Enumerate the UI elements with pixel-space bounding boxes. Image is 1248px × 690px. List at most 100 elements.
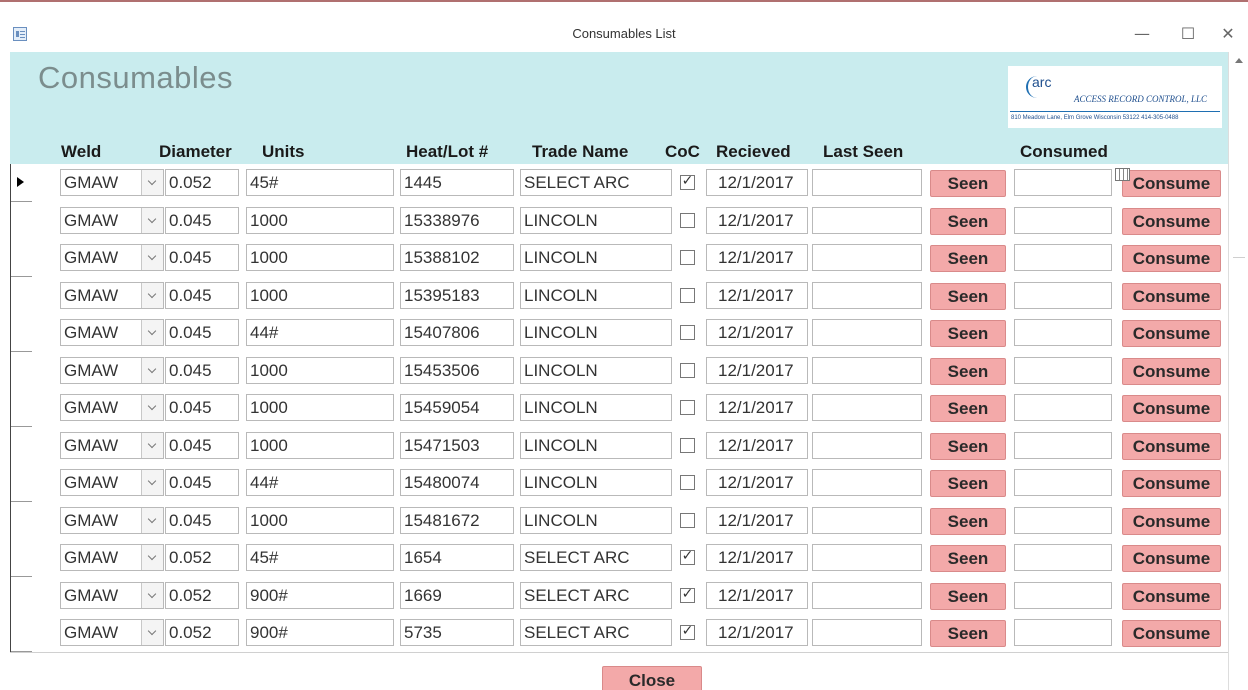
record-selector[interactable] xyxy=(11,577,33,615)
trade-name-field[interactable]: LINCOLN xyxy=(520,432,672,459)
coc-checkbox[interactable] xyxy=(680,213,695,228)
last-seen-field[interactable] xyxy=(812,394,922,421)
coc-checkbox[interactable]: ✓ xyxy=(680,173,695,190)
scrollbar-thumb[interactable] xyxy=(1233,257,1245,258)
received-date-field[interactable]: 12/1/2017 xyxy=(706,244,808,271)
chevron-down-icon[interactable] xyxy=(141,433,163,458)
weld-combobox[interactable]: GMAW xyxy=(60,469,164,496)
record-selector[interactable] xyxy=(11,427,33,465)
consume-button[interactable]: Consume xyxy=(1122,470,1221,497)
heat-lot-field[interactable]: 15459054 xyxy=(400,394,514,421)
consumed-date-field[interactable] xyxy=(1014,544,1112,571)
seen-button[interactable]: Seen xyxy=(930,283,1006,310)
units-field[interactable]: 45# xyxy=(246,544,394,571)
last-seen-field[interactable] xyxy=(812,507,922,534)
trade-name-field[interactable]: LINCOLN xyxy=(520,469,672,496)
seen-button[interactable]: Seen xyxy=(930,433,1006,460)
received-date-field[interactable]: 12/1/2017 xyxy=(706,432,808,459)
weld-combobox[interactable]: GMAW xyxy=(60,169,164,196)
received-date-field[interactable]: 12/1/2017 xyxy=(706,394,808,421)
consume-button[interactable]: Consume xyxy=(1122,508,1221,535)
trade-name-field[interactable]: LINCOLN xyxy=(520,394,672,421)
weld-combobox[interactable]: GMAW xyxy=(60,507,164,534)
consume-button[interactable]: Consume xyxy=(1122,358,1221,385)
received-date-field[interactable]: 12/1/2017 xyxy=(706,169,808,196)
last-seen-field[interactable] xyxy=(812,582,922,609)
weld-combobox[interactable]: GMAW xyxy=(60,582,164,609)
consumed-date-field[interactable] xyxy=(1014,432,1112,459)
weld-combobox[interactable]: GMAW xyxy=(60,357,164,384)
record-selector[interactable] xyxy=(11,239,33,277)
received-date-field[interactable]: 12/1/2017 xyxy=(706,319,808,346)
diameter-field[interactable]: 0.045 xyxy=(165,282,239,309)
record-selector[interactable] xyxy=(11,314,33,352)
diameter-field[interactable]: 0.045 xyxy=(165,357,239,384)
seen-button[interactable]: Seen xyxy=(930,170,1006,197)
record-selector[interactable] xyxy=(11,277,33,315)
last-seen-field[interactable] xyxy=(812,319,922,346)
seen-button[interactable]: Seen xyxy=(930,358,1006,385)
chevron-down-icon[interactable] xyxy=(141,583,163,608)
heat-lot-field[interactable]: 5735 xyxy=(400,619,514,646)
diameter-field[interactable]: 0.045 xyxy=(165,507,239,534)
trade-name-field[interactable]: SELECT ARC xyxy=(520,619,672,646)
chevron-down-icon[interactable] xyxy=(141,545,163,570)
last-seen-field[interactable] xyxy=(812,244,922,271)
diameter-field[interactable]: 0.045 xyxy=(165,319,239,346)
chevron-down-icon[interactable] xyxy=(141,620,163,645)
last-seen-field[interactable] xyxy=(812,432,922,459)
heat-lot-field[interactable]: 1669 xyxy=(400,582,514,609)
consumed-date-field[interactable] xyxy=(1014,582,1112,609)
coc-checkbox[interactable] xyxy=(680,363,695,378)
units-field[interactable]: 44# xyxy=(246,469,394,496)
heat-lot-field[interactable]: 1445 xyxy=(400,169,514,196)
trade-name-field[interactable]: LINCOLN xyxy=(520,319,672,346)
consume-button[interactable]: Consume xyxy=(1122,583,1221,610)
consume-button[interactable]: Consume xyxy=(1122,245,1221,272)
trade-name-field[interactable]: LINCOLN xyxy=(520,207,672,234)
received-date-field[interactable]: 12/1/2017 xyxy=(706,544,808,571)
coc-checkbox[interactable]: ✓ xyxy=(680,586,695,603)
seen-button[interactable]: Seen xyxy=(930,620,1006,647)
trade-name-field[interactable]: LINCOLN xyxy=(520,507,672,534)
coc-checkbox[interactable] xyxy=(680,400,695,415)
weld-combobox[interactable]: GMAW xyxy=(60,319,164,346)
received-date-field[interactable]: 12/1/2017 xyxy=(706,619,808,646)
coc-checkbox[interactable]: ✓ xyxy=(680,548,695,565)
consumed-date-field[interactable] xyxy=(1014,282,1112,309)
last-seen-field[interactable] xyxy=(812,544,922,571)
consumed-date-field[interactable] xyxy=(1014,469,1112,496)
last-seen-field[interactable] xyxy=(812,282,922,309)
record-selector[interactable] xyxy=(11,539,33,577)
diameter-field[interactable]: 0.052 xyxy=(165,169,239,196)
chevron-down-icon[interactable] xyxy=(141,395,163,420)
heat-lot-field[interactable]: 15388102 xyxy=(400,244,514,271)
seen-button[interactable]: Seen xyxy=(930,320,1006,347)
units-field[interactable]: 1000 xyxy=(246,207,394,234)
coc-checkbox[interactable] xyxy=(680,250,695,265)
units-field[interactable]: 900# xyxy=(246,619,394,646)
consume-button[interactable]: Consume xyxy=(1122,433,1221,460)
weld-combobox[interactable]: GMAW xyxy=(60,244,164,271)
diameter-field[interactable]: 0.052 xyxy=(165,544,239,571)
seen-button[interactable]: Seen xyxy=(930,245,1006,272)
last-seen-field[interactable] xyxy=(812,207,922,234)
heat-lot-field[interactable]: 15480074 xyxy=(400,469,514,496)
seen-button[interactable]: Seen xyxy=(930,470,1006,497)
trade-name-field[interactable]: SELECT ARC xyxy=(520,169,672,196)
scroll-up-icon[interactable] xyxy=(1235,58,1243,63)
seen-button[interactable]: Seen xyxy=(930,545,1006,572)
received-date-field[interactable]: 12/1/2017 xyxy=(706,282,808,309)
diameter-field[interactable]: 0.045 xyxy=(165,244,239,271)
heat-lot-field[interactable]: 15407806 xyxy=(400,319,514,346)
coc-checkbox[interactable] xyxy=(680,475,695,490)
weld-combobox[interactable]: GMAW xyxy=(60,619,164,646)
last-seen-field[interactable] xyxy=(812,357,922,384)
received-date-field[interactable]: 12/1/2017 xyxy=(706,357,808,384)
units-field[interactable]: 1000 xyxy=(246,244,394,271)
diameter-field[interactable]: 0.052 xyxy=(165,582,239,609)
seen-button[interactable]: Seen xyxy=(930,208,1006,235)
diameter-field[interactable]: 0.045 xyxy=(165,207,239,234)
consumed-date-field[interactable] xyxy=(1014,244,1112,271)
received-date-field[interactable]: 12/1/2017 xyxy=(706,507,808,534)
